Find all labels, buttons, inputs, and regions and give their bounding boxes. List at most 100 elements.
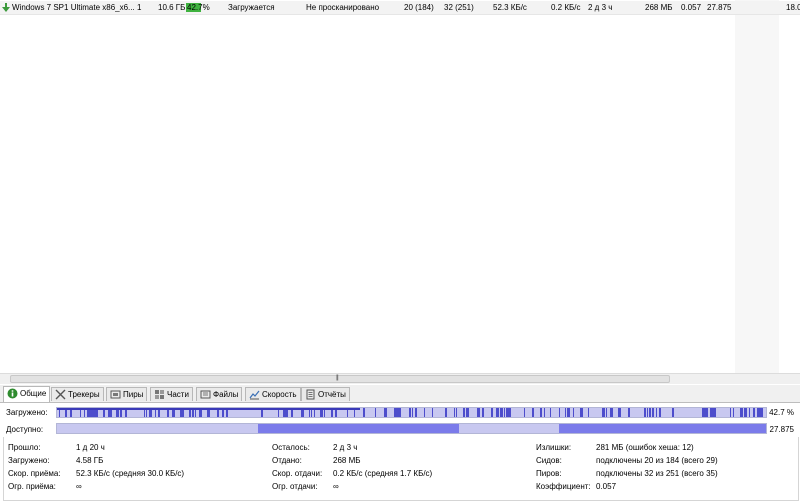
tab-general-label: Общие: [20, 389, 47, 398]
uploaded-value: 268 МБ: [333, 456, 361, 465]
downloaded-piece: [702, 408, 705, 417]
downloaded-piece: [745, 408, 747, 417]
torrent-eta: 2 д 3 ч: [588, 3, 613, 12]
horizontal-scrollbar[interactable]: |||: [0, 373, 800, 384]
elapsed-label: Прошло:: [8, 443, 41, 452]
downloaded-progress-strip: [57, 408, 360, 410]
downloaded-piece: [606, 408, 607, 417]
downloaded-piece: [477, 408, 480, 417]
files-icon: [200, 390, 211, 399]
tab-trackers[interactable]: Трекеры: [51, 387, 104, 401]
downloaded-piece: [384, 408, 386, 417]
downloaded-percent: 42.7 %: [769, 408, 794, 417]
trackers-icon: [55, 389, 66, 400]
remaining-value: 2 д 3 ч: [333, 443, 358, 452]
downloaded-label: Загружено:: [6, 408, 48, 417]
tab-pieces[interactable]: Части: [150, 387, 193, 401]
downloaded-piece: [740, 408, 743, 417]
uploaded-label: Отдано:: [272, 456, 302, 465]
upload-limit-value: ∞: [333, 482, 339, 491]
downloaded-piece: [652, 408, 654, 417]
downloaded-piece: [363, 408, 365, 417]
torrent-ratio: 0.057: [681, 3, 702, 12]
downloaded-piece: [466, 408, 467, 417]
downloaded-piece: [424, 408, 425, 417]
tab-files[interactable]: Файлы: [196, 387, 243, 401]
downloaded-piece: [580, 408, 583, 417]
availability-graphic: [57, 424, 766, 433]
tab-speed-label: Скорость: [262, 390, 297, 399]
downloaded-piece: [532, 408, 534, 417]
downloaded-piece: [567, 408, 570, 417]
downloaded-piece: [753, 408, 755, 417]
downloaded-total-label: Загружено:: [8, 456, 50, 465]
tab-peers[interactable]: Пиры: [106, 387, 148, 401]
downloaded-piece: [588, 408, 589, 417]
pieces-icon: [155, 390, 164, 399]
torrent-availability: 27.875: [707, 3, 732, 12]
torrent-up-speed: 0.2 КБ/с: [551, 3, 581, 12]
downloaded-piece: [412, 408, 413, 417]
downloaded-piece: [618, 408, 621, 417]
downloaded-piece: [464, 408, 465, 417]
torrent-list[interactable]: Windows 7 SP1 Ultimate x86_x6... 1 10.6 …: [0, 0, 800, 373]
downloaded-piece: [565, 408, 566, 417]
peers-icon: [110, 390, 121, 399]
torrent-row[interactable]: Windows 7 SP1 Ultimate x86_x6... 1 10.6 …: [0, 1, 800, 15]
downloaded-piece: [400, 408, 401, 417]
downloaded-piece: [454, 408, 455, 417]
details-tabs: Общие Трекеры Пиры Части Файлы Скорость …: [0, 385, 800, 403]
tab-speed[interactable]: Скорость: [245, 387, 301, 401]
tab-logger[interactable]: Отчёты: [301, 387, 350, 401]
downloaded-piece: [415, 408, 417, 417]
tab-general[interactable]: Общие: [3, 386, 51, 402]
downloaded-piece: [757, 408, 760, 417]
downloaded-piece: [467, 408, 469, 417]
downloaded-piece: [386, 408, 387, 417]
downloaded-piece: [602, 408, 605, 417]
downloaded-piece: [445, 408, 447, 417]
downloaded-piece: [375, 408, 376, 417]
downloaded-piece: [544, 408, 545, 417]
download-speed-value: 52.3 КБ/с (средняя 30.0 КБ/с): [76, 469, 185, 478]
download-arrow-icon: [2, 3, 10, 12]
wasted-label: Излишки:: [536, 443, 572, 452]
tab-logger-label: Отчёты: [318, 390, 346, 399]
downloaded-piece: [524, 408, 525, 417]
downloaded-piece: [550, 408, 551, 417]
scrollbar-thumb[interactable]: [10, 375, 670, 383]
ratio-value: 0.057: [596, 482, 617, 491]
torrent-size: 10.6 ГБ: [158, 3, 186, 12]
availability-segment: [559, 424, 766, 433]
downloaded-piece: [705, 408, 708, 417]
downloaded-piece: [730, 408, 731, 417]
peers-label: Пиров:: [536, 469, 562, 478]
downloaded-pieces-bar: [56, 407, 767, 418]
downloaded-piece: [644, 408, 646, 417]
downloaded-piece: [432, 408, 433, 417]
availability-segment: [258, 424, 459, 433]
download-speed-label: Скор. приёма:: [8, 469, 61, 478]
upload-speed-value: 0.2 КБ/с (средняя 1.7 КБ/с): [333, 469, 433, 478]
download-limit-value: ∞: [76, 482, 82, 491]
downloaded-piece: [409, 408, 411, 417]
downloaded-piece: [733, 408, 734, 417]
downloaded-piece: [628, 408, 630, 417]
downloaded-piece: [744, 408, 745, 417]
downloaded-piece: [659, 408, 661, 417]
piece-bars: Загружено: 42.7 % Доступно: 27.875: [0, 403, 800, 438]
downloaded-piece: [463, 408, 464, 417]
downloaded-piece: [573, 408, 574, 417]
downloaded-total-value: 4.58 ГБ: [76, 456, 104, 465]
downloaded-piece: [710, 408, 713, 417]
downloaded-piece: [610, 408, 613, 417]
torrent-seeds: 20 (184): [404, 3, 434, 12]
torrent-status: Загружается: [228, 3, 275, 12]
downloaded-piece: [394, 408, 397, 417]
downloaded-piece: [760, 408, 763, 417]
seeds-label: Сидов:: [536, 456, 562, 465]
downloaded-piece: [672, 408, 674, 417]
downloaded-piece: [491, 408, 493, 417]
elapsed-value: 1 д 20 ч: [76, 443, 105, 452]
torrent-extra: 18.0: [786, 3, 800, 12]
